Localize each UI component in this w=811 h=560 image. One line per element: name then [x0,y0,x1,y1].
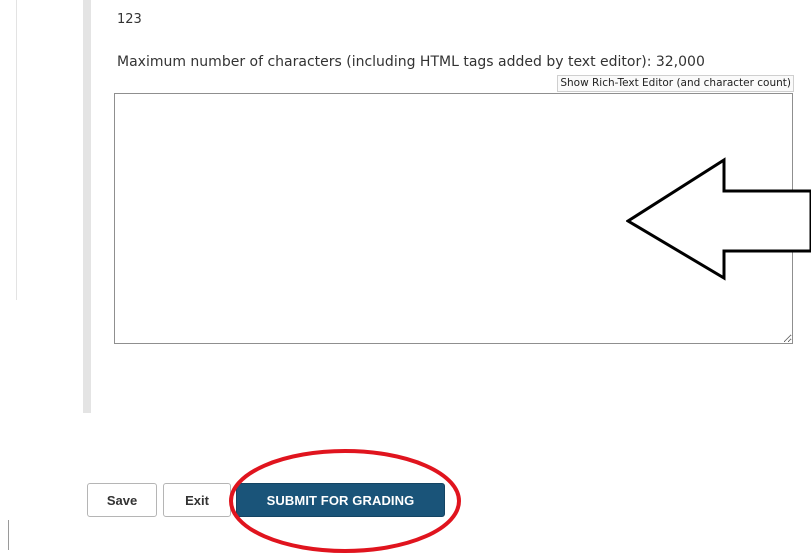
essay-answer-textarea[interactable] [114,93,793,344]
question-indent-bar [83,0,91,413]
answer-number: 123 [117,12,142,27]
exit-button[interactable]: Exit [163,483,231,517]
left-edge-bracket [0,520,9,550]
max-characters-note: Maximum number of characters (including … [117,54,705,70]
left-divider [16,0,17,300]
save-button[interactable]: Save [87,483,157,517]
show-rich-text-editor-link[interactable]: Show Rich-Text Editor (and character cou… [557,75,794,92]
submit-for-grading-button[interactable]: SUBMIT FOR GRADING [236,483,445,517]
